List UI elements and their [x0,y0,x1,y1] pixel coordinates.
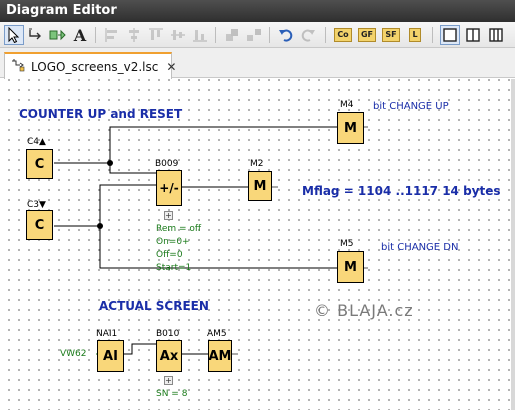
window-title: Diagram Editor [0,0,515,22]
undo-icon[interactable] [276,25,296,45]
block-m4[interactable]: M [337,112,364,144]
block-m5[interactable]: M [337,251,364,283]
block-c4-name: C4▲ [27,137,46,147]
tab-logo-screens[interactable]: LOGO_screens_v2.lsc ✕ [4,52,176,79]
block-m2[interactable]: M [248,171,272,201]
toolbar-separator [95,27,96,43]
view-split-icon[interactable] [463,25,483,45]
expand-params-icon[interactable]: + [164,376,173,385]
wire-nai1-b010 [124,343,156,355]
heading-actual-screen: ACTUAL SCREEN [99,299,209,313]
block-c4[interactable]: C [26,149,53,179]
watermark: © BLAJA.cz [314,301,414,320]
mflag-note: Mflag = 1104 ..1117 14 bytes [302,184,501,198]
vertical-scrollbar[interactable] [511,79,515,410]
toolbar: A Co GF SF L [0,22,515,48]
b009-param-off: Off=0 [156,250,183,260]
block-am5-name: AM5 [207,329,227,339]
wire-c3-m5 [99,226,337,269]
toolbar-separator [269,27,270,43]
b009-param-start: Start=1 [156,263,192,273]
tab-bar: LOGO_screens_v2.lsc ✕ [0,48,515,79]
l-button[interactable]: L [405,25,425,45]
redo-icon[interactable] [298,25,318,45]
view-single-icon[interactable] [440,25,460,45]
block-b010-name: B010 [156,329,180,339]
b009-param-on: On=0+ [156,237,190,247]
block-c3[interactable]: C [26,210,53,240]
block-m5-name: M5 [340,239,354,249]
junction-dot [97,223,103,229]
toolbar-separator [215,27,216,43]
align-center-icon[interactable] [124,25,144,45]
heading-counter: COUNTER UP and RESET [19,107,183,121]
select-tool-icon[interactable] [4,25,24,45]
connect-tool-icon[interactable] [26,25,46,45]
wire-c4-m4 [54,126,337,164]
b009-param-rem: Rem = off [156,224,202,234]
block-b009[interactable]: +/- [156,170,182,206]
junction-dot [107,160,113,166]
group-icon[interactable] [222,25,242,45]
align-top-icon[interactable] [146,25,166,45]
align-bottom-icon[interactable] [190,25,210,45]
expand-params-icon[interactable]: + [164,211,173,220]
block-nai1[interactable]: AI [97,340,124,372]
block-tool-icon[interactable] [48,25,68,45]
diagram-file-icon [11,57,25,76]
gf-button[interactable]: GF [357,25,377,45]
sf-button[interactable]: SF [381,25,401,45]
close-icon[interactable]: ✕ [166,60,176,74]
text-tool-icon[interactable]: A [70,25,90,45]
wire-c3-b009 [54,184,156,227]
block-nai1-name: NAI1 [96,329,118,339]
tab-label: LOGO_screens_v2.lsc [31,59,159,74]
vw62-label: VW62 [60,349,87,359]
align-middle-icon[interactable] [168,25,188,45]
block-m2-name: M2 [250,159,264,169]
ungroup-icon[interactable] [244,25,264,45]
block-am5[interactable]: AM [208,340,232,372]
toolbar-separator [432,27,433,43]
co-button[interactable]: Co [333,25,353,45]
diagram-canvas[interactable]: COUNTER UP and RESET ACTUAL SCREEN Mflag… [0,79,515,410]
block-m4-name: M4 [340,100,354,110]
block-c3-name: C3▼ [27,200,46,210]
toolbar-separator [325,27,326,43]
wire-c4-b009 [109,163,156,174]
block-b010[interactable]: Ax [156,340,182,372]
b010-param-sn: SN = 8 [156,389,188,399]
align-left-icon[interactable] [102,25,122,45]
comment-change-up: bit CHANGE UP [373,101,449,112]
comment-change-dn: bit CHANGE DN [381,242,459,253]
view-triple-icon[interactable] [486,25,506,45]
block-b009-name: B009 [155,159,179,169]
